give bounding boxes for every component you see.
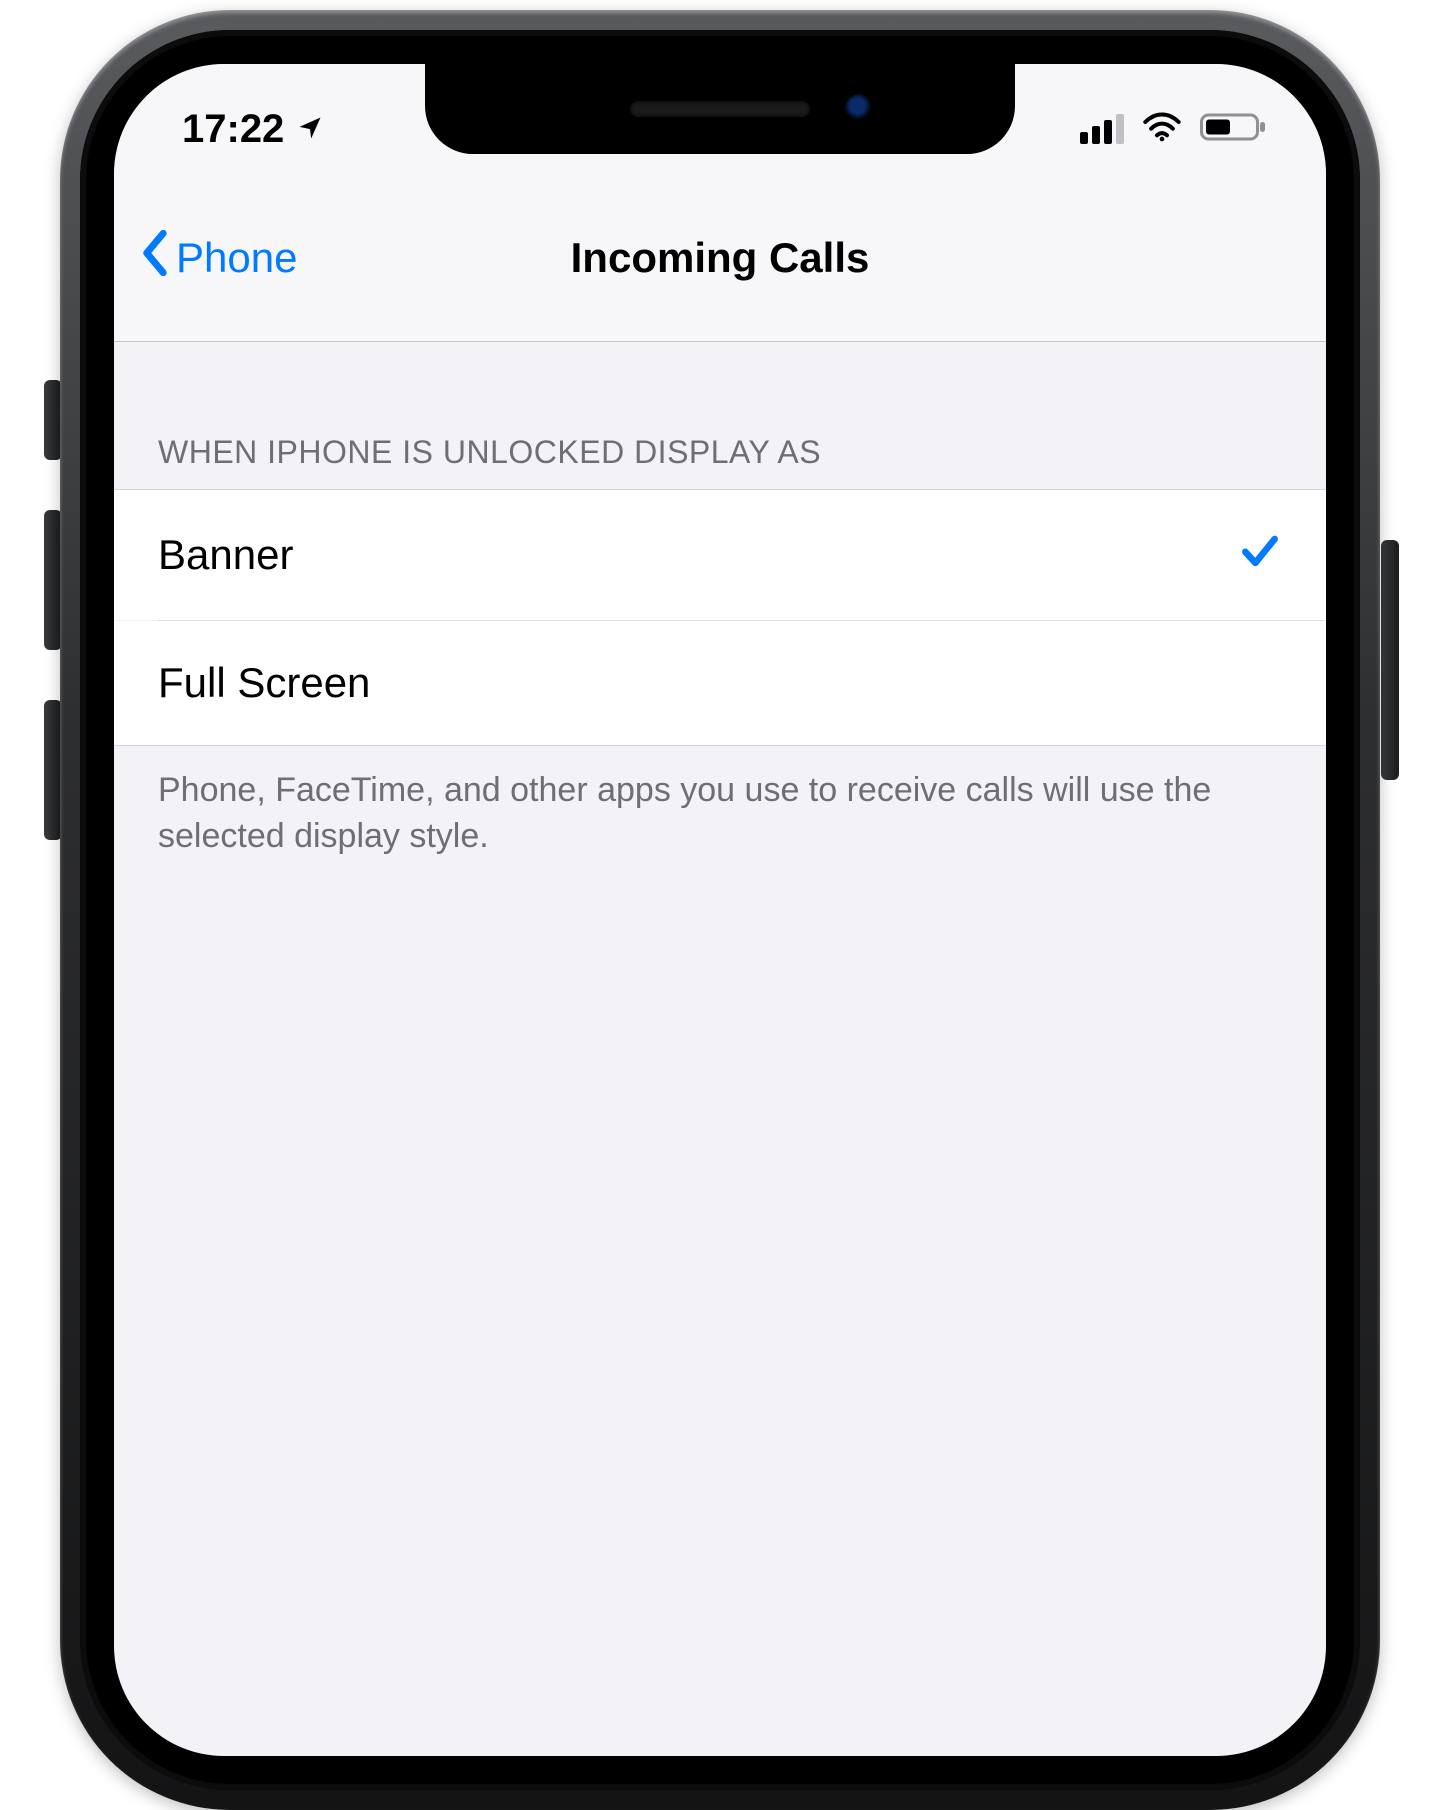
cellular-signal-icon xyxy=(1080,114,1124,144)
location-services-icon xyxy=(296,107,324,152)
option-label: Banner xyxy=(158,531,293,579)
section-header: WHEN IPHONE IS UNLOCKED DISPLAY AS xyxy=(114,342,1326,489)
battery-icon xyxy=(1200,107,1266,152)
navigation-bar: Phone Incoming Calls xyxy=(114,174,1326,342)
notch xyxy=(425,64,1015,154)
wifi-icon xyxy=(1142,107,1182,152)
back-button-label: Phone xyxy=(176,234,297,282)
side-power-button xyxy=(1381,540,1399,780)
settings-table: WHEN IPHONE IS UNLOCKED DISPLAY AS Banne… xyxy=(114,342,1326,1756)
device-frame: 17:22 xyxy=(60,10,1380,1810)
option-full-screen[interactable]: Full Screen xyxy=(114,621,1326,746)
section-footer: Phone, FaceTime, and other apps you use … xyxy=(114,746,1326,900)
screen: 17:22 xyxy=(114,64,1326,1756)
option-label: Full Screen xyxy=(158,659,370,707)
option-banner[interactable]: Banner xyxy=(114,489,1326,620)
front-camera xyxy=(845,94,875,124)
back-button[interactable]: Phone xyxy=(114,230,297,286)
checkmark-icon xyxy=(1238,528,1282,582)
earpiece-speaker xyxy=(630,101,810,117)
clock: 17:22 xyxy=(182,107,284,152)
chevron-left-icon xyxy=(140,230,170,286)
